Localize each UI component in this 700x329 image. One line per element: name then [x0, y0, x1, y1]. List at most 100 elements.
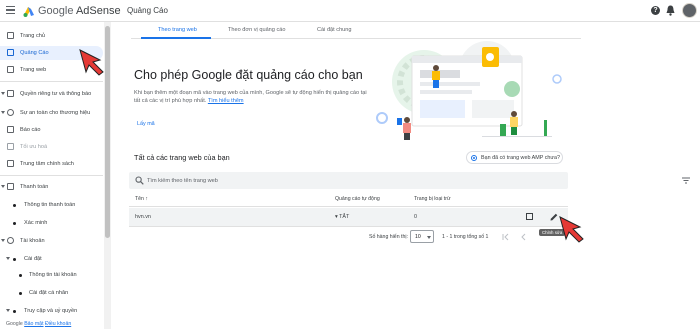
sidebar-item-label: Thông tin tài khoản — [29, 272, 77, 278]
brand-name: Google AdSense — [38, 5, 121, 17]
sidebar-item-settings[interactable]: Cài đặt — [0, 252, 103, 266]
dropdown-arrow-icon — [427, 236, 431, 239]
column-header-auto-ads[interactable]: Quảng cáo tự động — [335, 196, 380, 202]
rows-per-page-value: 10 — [415, 234, 421, 240]
settings-icon — [7, 237, 14, 244]
sidebar-item-policy-center[interactable]: Trung tâm chính sách — [0, 157, 103, 171]
sidebar-item-label: Trang chủ — [20, 33, 45, 39]
sites-section-title: Tất cả các trang web của bạn — [134, 153, 230, 162]
hero-title: Cho phép Google đặt quảng cáo cho bạn — [134, 68, 363, 82]
sidebar-item-label: Tối ưu hoá — [20, 144, 48, 150]
learn-more-link[interactable]: Tìm hiểu thêm — [208, 98, 244, 104]
rows-per-page-select[interactable]: 10 — [410, 230, 434, 243]
sidebar-item-label: Thông tin thanh toán — [24, 202, 76, 208]
chevron-down-icon — [1, 111, 5, 114]
sidebar-item-label: Quảng Cáo — [20, 50, 49, 56]
sidebar-item-account-info[interactable]: Thông tin tài khoản — [0, 268, 103, 282]
hero-description: Khi bạn thêm một đoạn mã vào trang web c… — [134, 89, 374, 106]
get-code-button[interactable]: Lấy mã — [137, 121, 155, 127]
bullet-icon — [13, 221, 16, 225]
sidebar-item-personal-settings[interactable]: Cài đặt cá nhân — [0, 286, 103, 300]
sort-arrow-icon: ↑ — [145, 196, 148, 202]
bullet-icon — [13, 309, 16, 313]
sidebar-item-label: Trang web — [20, 67, 47, 73]
sidebar-item-home[interactable]: Trang chủ — [0, 29, 103, 43]
chevron-down-icon — [6, 257, 10, 260]
brand-safety-icon — [7, 109, 14, 116]
radio-icon — [471, 155, 477, 161]
column-header-name[interactable]: Tên ↑ — [135, 196, 148, 202]
sidebar-item-optimize[interactable]: Tối ưu hoá — [0, 140, 103, 154]
bullet-icon — [13, 257, 16, 261]
help-icon[interactable]: ? — [651, 6, 660, 15]
table-row-divider — [129, 226, 568, 227]
sidebar-item-label: Sự an toàn cho thương hiệu — [20, 110, 91, 116]
excluded-pages-cell: 0 — [414, 214, 417, 220]
sidebar-item-account[interactable]: Tài khoản — [0, 234, 103, 248]
table-row[interactable]: hvn.vn ▾ TẮT 0 — [129, 208, 568, 226]
policy-icon — [7, 160, 14, 167]
adsense-app: Google AdSense Quảng Cáo ? Trang chủ Quả… — [0, 0, 700, 329]
sidebar-item-payment-info[interactable]: Thông tin thanh toán — [0, 198, 103, 212]
optimize-icon — [7, 143, 14, 150]
privacy-icon — [7, 90, 14, 97]
amp-sites-label: Bạn đã có trang web AMP chưa? — [481, 155, 561, 161]
amp-sites-button[interactable]: Bạn đã có trang web AMP chưa? — [466, 151, 563, 164]
hero-description-text: Khi bạn thêm một đoạn mã vào trang web c… — [134, 90, 367, 105]
sidebar-item-label: Quyền riêng tư và thông báo — [20, 91, 92, 97]
adsense-logo-icon — [23, 7, 34, 17]
sidebar-item-payments[interactable]: Thanh toán — [0, 180, 103, 194]
sidebar-item-label: Cài đặt — [24, 256, 42, 262]
sidebar-item-reports[interactable]: Báo cáo — [0, 123, 103, 137]
chevron-down-icon — [1, 239, 5, 242]
bullet-icon — [13, 203, 16, 207]
site-search-input[interactable] — [147, 175, 527, 186]
sidebar-item-access[interactable]: Truy cập và uỷ quyền — [0, 304, 103, 318]
pagination-range: 1 - 1 trong tổng số 1 — [442, 234, 489, 240]
sidebar-item-label: Cài đặt cá nhân — [29, 290, 69, 296]
privacy-link[interactable]: Bảo mật — [24, 321, 43, 327]
bullet-icon — [19, 273, 22, 277]
brand-product: AdSense — [75, 5, 121, 17]
sidebar-item-privacy[interactable]: Quyền riêng tư và thông báo — [0, 87, 103, 101]
sidebar-item-label: Thanh toán — [20, 184, 49, 190]
web-icon — [7, 66, 14, 73]
tab-by-ad-unit[interactable]: Theo đơn vị quảng cáo — [228, 27, 285, 33]
site-search-bar — [129, 172, 690, 189]
auto-ads-toggle[interactable]: ▾ TẮT — [335, 214, 349, 220]
menu-icon[interactable] — [6, 6, 15, 14]
sidebar-item-label: Tài khoản — [20, 238, 45, 244]
red-cursor-arrow-icon — [559, 216, 584, 243]
footer-google: Google — [6, 321, 23, 327]
reports-icon — [7, 126, 14, 133]
tab-global-settings[interactable]: Cài đặt chung — [317, 27, 352, 33]
previous-page-icon[interactable] — [519, 232, 529, 242]
account-avatar[interactable] — [682, 3, 697, 18]
bullet-icon — [19, 291, 22, 295]
search-icon — [135, 176, 144, 185]
table-header-divider — [129, 206, 568, 207]
brand-google: Google — [38, 5, 74, 17]
column-header-name-label: Tên — [135, 196, 144, 202]
first-page-icon[interactable] — [501, 232, 511, 242]
payments-icon — [7, 183, 14, 190]
filter-icon[interactable] — [682, 177, 690, 184]
home-icon — [7, 32, 14, 39]
sidebar-item-verification[interactable]: Xác minh — [0, 216, 103, 230]
auto-ads-illustration — [376, 41, 562, 140]
site-name-cell: hvn.vn — [135, 214, 151, 220]
red-cursor-arrow-icon — [79, 49, 104, 76]
ads-icon — [7, 49, 14, 56]
report-chart-icon[interactable] — [526, 213, 533, 220]
top-app-bar: Google AdSense Quảng Cáo ? — [0, 0, 700, 22]
tab-by-site[interactable]: Theo trang web — [158, 27, 197, 33]
sidebar-item-brand-safety[interactable]: Sự an toàn cho thương hiệu — [0, 106, 103, 120]
active-tab-indicator — [141, 37, 211, 39]
terms-link[interactable]: Điều khoản — [45, 321, 71, 327]
bell-icon[interactable] — [666, 5, 675, 16]
page-title: Quảng Cáo — [127, 6, 168, 15]
sidebar-item-label: Báo cáo — [20, 127, 41, 133]
column-header-excluded-pages[interactable]: Trang bị loại trừ — [414, 196, 450, 202]
sidebar-item-label: Trung tâm chính sách — [20, 161, 74, 167]
chevron-down-icon — [1, 92, 5, 95]
